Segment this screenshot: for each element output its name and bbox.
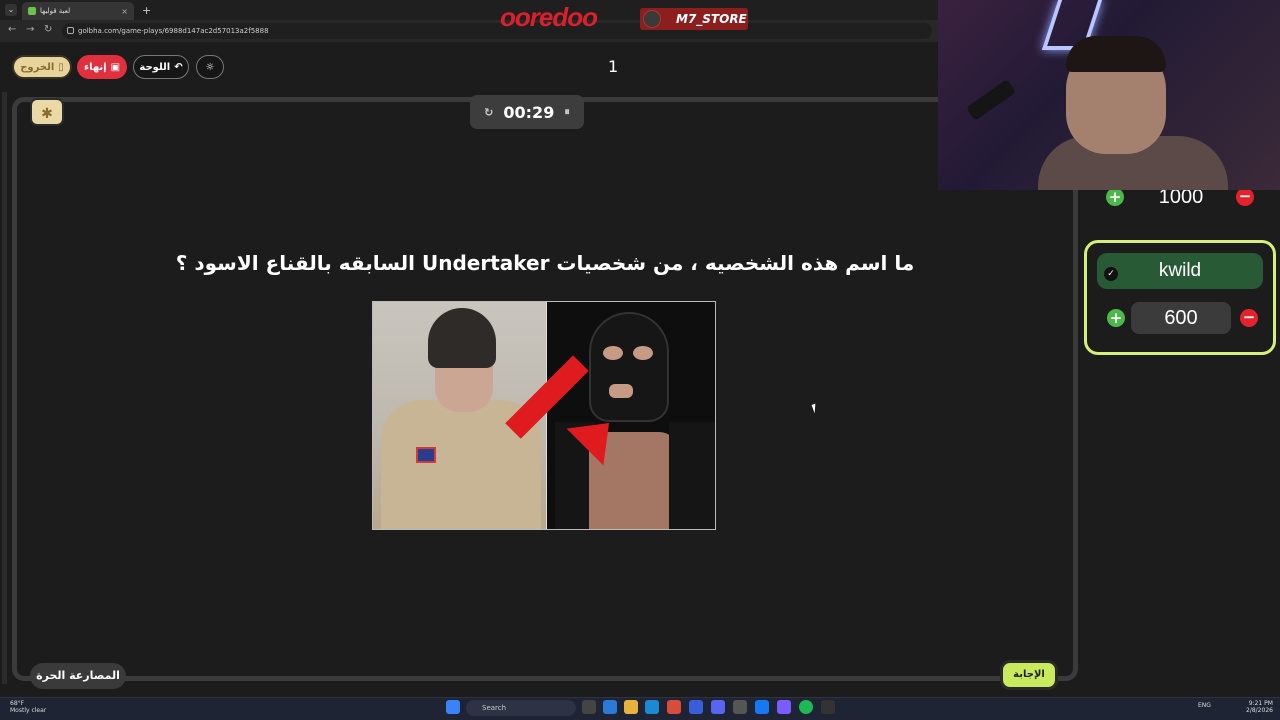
question-text: ما اسم هذه الشخصيه ، من شخصيات Undertake… — [175, 251, 915, 275]
photo-right — [547, 302, 715, 529]
answer-button[interactable]: الإجابة — [1000, 660, 1058, 690]
weather-temp: 68°F — [10, 700, 25, 707]
chrome-icon[interactable] — [667, 700, 681, 714]
discord-icon[interactable] — [711, 700, 725, 714]
file-explorer-icon[interactable] — [624, 700, 638, 714]
team-card-active: kwild ✓ + 600 − — [1084, 240, 1276, 355]
undo-arrow-icon: ↶ — [174, 61, 183, 73]
bug-icon[interactable]: ✱ — [30, 98, 64, 126]
category-badge: المصارعة الحرة — [30, 663, 126, 689]
end-game-button[interactable]: إنهاء ▣ — [77, 55, 127, 79]
question-number: 1 — [608, 57, 619, 76]
clock[interactable]: 9:21 PM 2/8/2026 — [1246, 700, 1273, 714]
plus-icon[interactable]: + — [1107, 309, 1125, 327]
minus-icon[interactable]: − — [1240, 309, 1258, 327]
store-name: M7_STORE — [676, 12, 747, 26]
reload-icon[interactable]: ↻ — [44, 24, 52, 35]
forward-icon[interactable]: → — [26, 24, 34, 35]
new-tab-icon[interactable]: + — [142, 4, 151, 17]
url-field[interactable]: golbha.com/game-plays/6988d147ac2d57013a… — [62, 23, 932, 39]
board-button[interactable]: اللوحة ↶ — [133, 55, 189, 79]
app-icon[interactable] — [777, 700, 791, 714]
copilot-icon[interactable] — [603, 700, 617, 714]
start-icon[interactable] — [446, 700, 460, 714]
facebook-icon[interactable] — [755, 700, 769, 714]
exit-button[interactable]: الخروج ▯ — [12, 55, 72, 79]
board-label: اللوحة — [139, 61, 171, 73]
spotify-icon[interactable] — [799, 700, 813, 714]
exit-door-icon: ▯ — [58, 61, 64, 73]
theme-toggle-button[interactable]: ☼ — [196, 55, 224, 79]
webcam-overlay — [938, 0, 1280, 190]
scrollbar[interactable] — [2, 92, 7, 684]
timer: ↻ 00:29 ⏸ — [470, 95, 584, 129]
back-icon[interactable]: ← — [8, 24, 16, 35]
edge-icon[interactable] — [645, 700, 659, 714]
restart-icon[interactable]: ↻ — [484, 106, 493, 119]
team-name: kwild — [1097, 253, 1263, 289]
plus-icon[interactable]: + — [1106, 188, 1124, 206]
lock-icon — [67, 27, 74, 34]
exit-label: الخروج — [20, 61, 55, 73]
task-view-icon[interactable] — [582, 700, 596, 714]
end-label: إنهاء — [83, 61, 107, 73]
store-icon[interactable] — [689, 700, 703, 714]
weather-widget[interactable]: 68°F Mostly clear — [10, 700, 46, 714]
timer-value: 00:29 — [503, 102, 555, 122]
url-text: golbha.com/game-plays/6988d147ac2d57013a… — [78, 27, 269, 35]
clock-date: 2/8/2026 — [1246, 707, 1273, 714]
weather-desc: Mostly clear — [10, 707, 47, 714]
app-icon[interactable] — [733, 700, 747, 714]
browser-tab[interactable]: لعبة قولبها × — [22, 2, 134, 20]
store-banner: M7_STORE — [640, 8, 748, 30]
team-card: + 1000 − — [1086, 181, 1276, 226]
tab-menu-icon[interactable]: ⌄ — [5, 4, 17, 16]
minus-icon[interactable]: − — [1236, 188, 1254, 206]
pause-icon[interactable]: ⏸ — [564, 105, 570, 119]
taskbar — [0, 697, 1280, 720]
store-logo-icon — [643, 10, 661, 28]
close-tab-icon[interactable]: × — [121, 7, 128, 16]
app-icon[interactable] — [821, 700, 835, 714]
taskbar-search[interactable]: Search — [466, 700, 576, 716]
brand-logo: ooredoo — [500, 2, 598, 32]
tab-title: لعبة قولبها — [40, 7, 71, 15]
question-image — [372, 301, 716, 530]
check-icon: ✓ — [1104, 267, 1118, 281]
check-clipboard-icon: ▣ — [110, 61, 121, 73]
clock-time: 9:21 PM — [1248, 700, 1273, 707]
site-favicon-icon — [28, 7, 36, 15]
sun-icon: ☼ — [205, 61, 215, 73]
team-score: 600 — [1131, 302, 1231, 334]
language-indicator[interactable]: ENG — [1198, 702, 1211, 709]
